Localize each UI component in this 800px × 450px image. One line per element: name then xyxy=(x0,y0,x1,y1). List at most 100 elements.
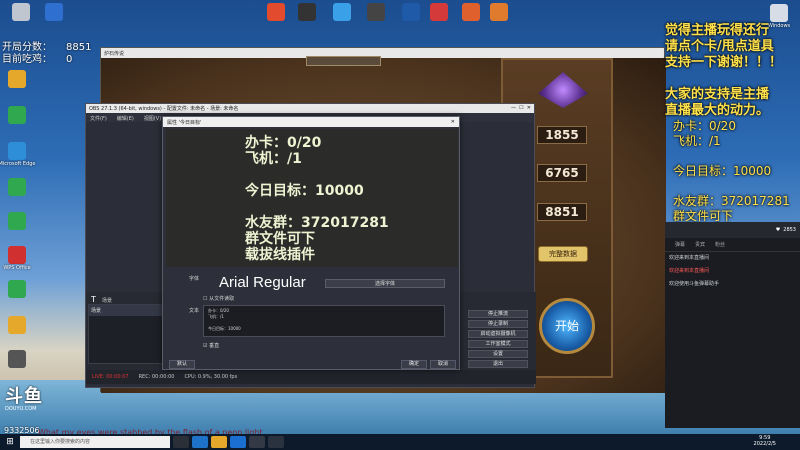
properties-dialog[interactable]: 属性 '今日目标' ✕ 办卡：0/20 飞机：/1 今日目标：10000 水友群：37… xyxy=(162,116,460,370)
tab-fans[interactable]: 粉丝 xyxy=(715,241,725,248)
danmaku-header: ♥ 2853 xyxy=(665,222,800,238)
menu-view[interactable]: 视图(V) xyxy=(144,115,161,122)
danmaku-message: 欢迎来到本直播间 xyxy=(669,255,710,261)
desktop-icon-left-8[interactable] xyxy=(0,316,36,335)
app-icon xyxy=(12,3,30,21)
overlay-stat: 飞机：/1 xyxy=(673,134,721,148)
app-icon xyxy=(8,316,26,334)
font-label: 字体 xyxy=(189,276,200,282)
obs-control-button[interactable]: 工作室模式 xyxy=(468,340,528,348)
obs-control-button[interactable]: 启动虚拟摄像机 xyxy=(468,330,528,338)
app-icon xyxy=(298,3,316,21)
desktop-icon-left-5[interactable] xyxy=(0,212,36,231)
close-icon[interactable]: ✕ xyxy=(451,119,455,125)
viewer-count: 2853 xyxy=(783,227,796,233)
app-icon xyxy=(267,3,285,21)
obs-control-button[interactable]: 停止录制 xyxy=(468,320,528,328)
overlay-stat xyxy=(673,149,800,164)
desktop-icon-left-4[interactable] xyxy=(0,178,36,197)
cancel-button[interactable]: 取消 xyxy=(430,360,456,369)
desktop-icon-left-2[interactable] xyxy=(0,106,36,125)
from-file-label: 从文件读取 xyxy=(209,296,235,302)
app-icon xyxy=(8,246,26,264)
danmaku-message xyxy=(665,291,800,297)
app-icon xyxy=(8,106,26,124)
obs-control-button[interactable]: 停止推流 xyxy=(468,310,528,318)
overlay-line xyxy=(665,71,800,87)
app-taskbar-icon[interactable] xyxy=(268,436,284,448)
obs-titlebar[interactable]: OBS 27.1.3 (64-bit, windows) - 配置文件: 未命名… xyxy=(86,104,534,113)
task-view-icon[interactable] xyxy=(173,436,189,448)
live-status: LIVE: 00:00:07 xyxy=(92,374,129,380)
desktop: Microsoft Edge WPS Office Windows 炉石传说 18… xyxy=(0,0,800,450)
obs-taskbar-icon[interactable] xyxy=(249,436,265,448)
desktop-icon-left-1[interactable] xyxy=(0,70,36,89)
tab-danmaku[interactable]: 弹幕 xyxy=(675,241,685,248)
wins-label: 目前吃鸡： xyxy=(2,54,52,65)
ok-button[interactable]: 确定 xyxy=(401,360,427,369)
text-line: 今日目标：10000 xyxy=(208,326,241,331)
text-label: 文本 xyxy=(189,308,200,314)
properties-titlebar[interactable]: 属性 '今日目标' ✕ xyxy=(163,117,459,127)
vertical-checkbox[interactable]: ☑ 垂直 xyxy=(203,342,219,349)
preview-line: 办卡：0/20 xyxy=(245,135,322,151)
overlay-line: 直播最大的动力。 xyxy=(665,103,770,118)
app-icon xyxy=(462,3,480,21)
taskbar-clock[interactable]: 9:59 2022/2/5 xyxy=(754,435,776,447)
from-file-checkbox[interactable]: ☐ 从文件读取 xyxy=(203,295,234,302)
desktop-icon-left-9[interactable] xyxy=(0,350,36,369)
start-button[interactable]: 开始 xyxy=(539,298,595,354)
obs-control-button[interactable]: 设置 xyxy=(468,350,528,358)
overlay-stat: 水友群：372017281 xyxy=(673,194,790,208)
desktop-icon-left-7[interactable] xyxy=(0,280,36,299)
desktop-icon-4[interactable] xyxy=(288,3,326,22)
overlay-stat: 今日目标：10000 xyxy=(673,164,772,178)
overlay-current-wins: 目前吃鸡： 0 xyxy=(2,50,72,65)
scenes-list[interactable]: 场景 xyxy=(88,304,163,364)
obs-title: OBS 27.1.3 (64-bit, windows) - 配置文件: 未命名… xyxy=(89,106,239,112)
full-data-button[interactable]: 完整数据 xyxy=(538,246,588,262)
preview-line: 载拔线插件 xyxy=(245,247,315,263)
desktop-icon-5[interactable] xyxy=(323,3,361,22)
text-input[interactable]: 办卡：0/20 飞机：/1 今日目标：10000 xyxy=(203,305,445,337)
vertical-label: 垂直 xyxy=(209,343,220,349)
danmaku-message: 欢迎使用斗鱼弹幕助手 xyxy=(669,281,720,287)
tab-vip[interactable]: 贵宾 xyxy=(695,241,705,248)
app-icon xyxy=(45,3,63,21)
explorer-taskbar-icon[interactable] xyxy=(211,436,227,448)
window-controls[interactable]: — ☐ ✕ xyxy=(511,105,531,112)
preview-line: 飞机：/1 xyxy=(245,151,302,167)
menu-file[interactable]: 文件(F) xyxy=(90,115,107,122)
desktop-icon-left-3[interactable]: Microsoft Edge xyxy=(0,142,36,167)
overlay-line: 觉得主播玩得还行 xyxy=(665,23,770,38)
desktop-icon-2[interactable] xyxy=(35,3,73,22)
stat-value-2: 6765 xyxy=(537,164,587,182)
desktop-icon-10[interactable] xyxy=(480,3,518,22)
taskbar-search-input[interactable]: 在这里输入你要搜索的内容 xyxy=(20,436,170,448)
scene-item[interactable]: 场景 xyxy=(89,305,162,316)
cpu-status: CPU: 0.9%, 30.00 fps xyxy=(184,374,238,380)
app-icon xyxy=(402,3,420,21)
menu-edit[interactable]: 编辑(E) xyxy=(117,115,134,122)
app-icon xyxy=(333,3,351,21)
overlay-stat: 办卡：0/20 xyxy=(673,119,736,133)
overlay-line: 支持一下谢谢！！！ xyxy=(665,55,783,70)
stat-value-3: 8851 xyxy=(537,203,587,221)
defaults-button[interactable]: 默认 xyxy=(169,360,195,369)
font-name: Arial Regular xyxy=(219,274,306,291)
app-icon xyxy=(430,3,448,21)
desktop-icon-left-6[interactable]: WPS Office xyxy=(0,246,36,271)
preview-line: 水友群：372017281 xyxy=(245,215,389,231)
game-window-titlebar[interactable]: 炉石传说 xyxy=(101,48,664,58)
stat-value-1: 1855 xyxy=(537,126,587,144)
douyu-logo: 斗鱼 DOUYU.COM xyxy=(5,388,43,413)
taskbar: ⊞ 在这里输入你要搜索的内容 9:59 2022/2/5 xyxy=(0,434,800,450)
store-taskbar-icon[interactable] xyxy=(230,436,246,448)
windows-start-icon[interactable]: ⊞ xyxy=(0,434,20,450)
desktop-icon-6[interactable] xyxy=(357,3,395,22)
app-icon xyxy=(8,212,26,230)
edge-taskbar-icon[interactable] xyxy=(192,436,208,448)
select-font-button[interactable]: 选择字体 xyxy=(325,279,445,288)
obs-control-button[interactable]: 退出 xyxy=(468,360,528,368)
danmaku-tabs: 弹幕 贵宾 粉丝 xyxy=(665,238,800,252)
